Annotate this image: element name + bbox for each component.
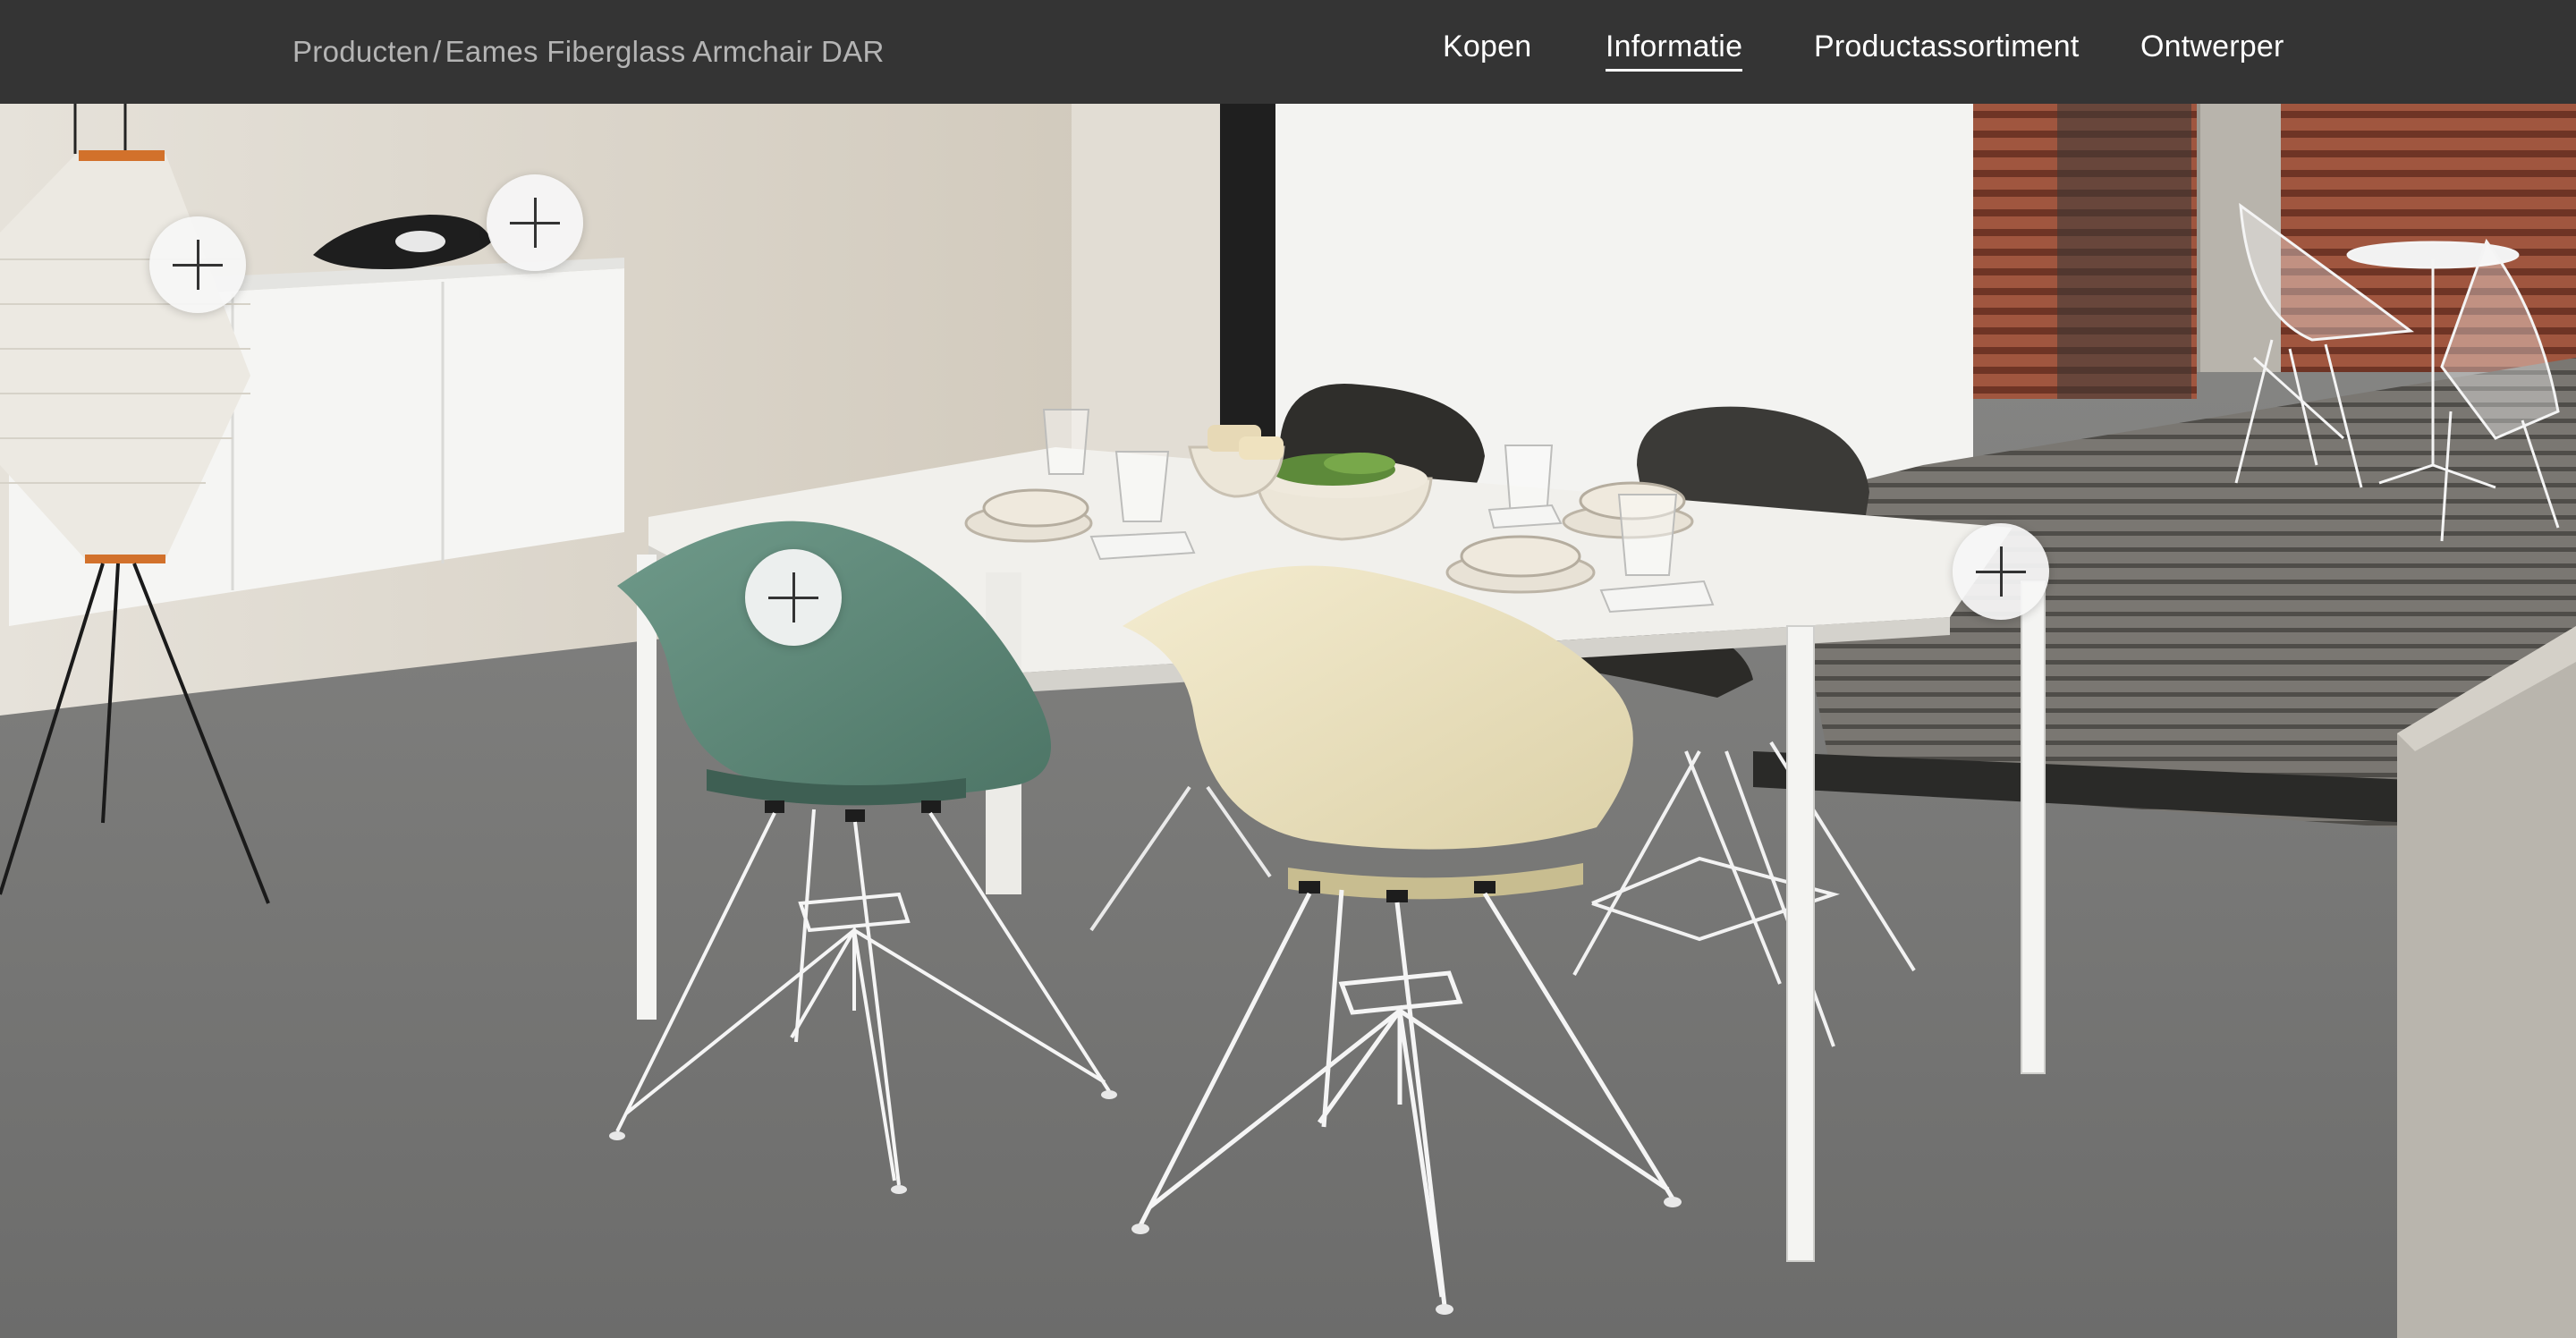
armchair-info-plus-icon[interactable] <box>745 549 842 646</box>
top-navigation-bar: Producten / Eames Fiberglass Armchair DA… <box>0 0 2576 104</box>
lamp-info-plus-icon[interactable] <box>149 216 246 313</box>
nav-tab-ontwerper[interactable]: Ontwerper <box>2140 30 2284 64</box>
nav-tab-productassortiment[interactable]: Productassortiment <box>1814 30 2080 64</box>
whale-info-plus-icon[interactable] <box>487 174 583 271</box>
hero-product-image <box>0 104 2576 1338</box>
nav-tab-kopen[interactable]: Kopen <box>1443 30 1531 64</box>
nav-tab-informatie[interactable]: Informatie <box>1606 30 1743 72</box>
breadcrumb: Producten / Eames Fiberglass Armchair DA… <box>292 0 885 104</box>
table-info-plus-icon[interactable] <box>1953 523 2049 620</box>
breadcrumb-separator: / <box>433 35 442 68</box>
breadcrumb-current-product: Eames Fiberglass Armchair DAR <box>445 35 885 68</box>
breadcrumb-link-products[interactable]: Producten <box>292 35 429 69</box>
dining-room-illustration <box>0 104 2576 1338</box>
